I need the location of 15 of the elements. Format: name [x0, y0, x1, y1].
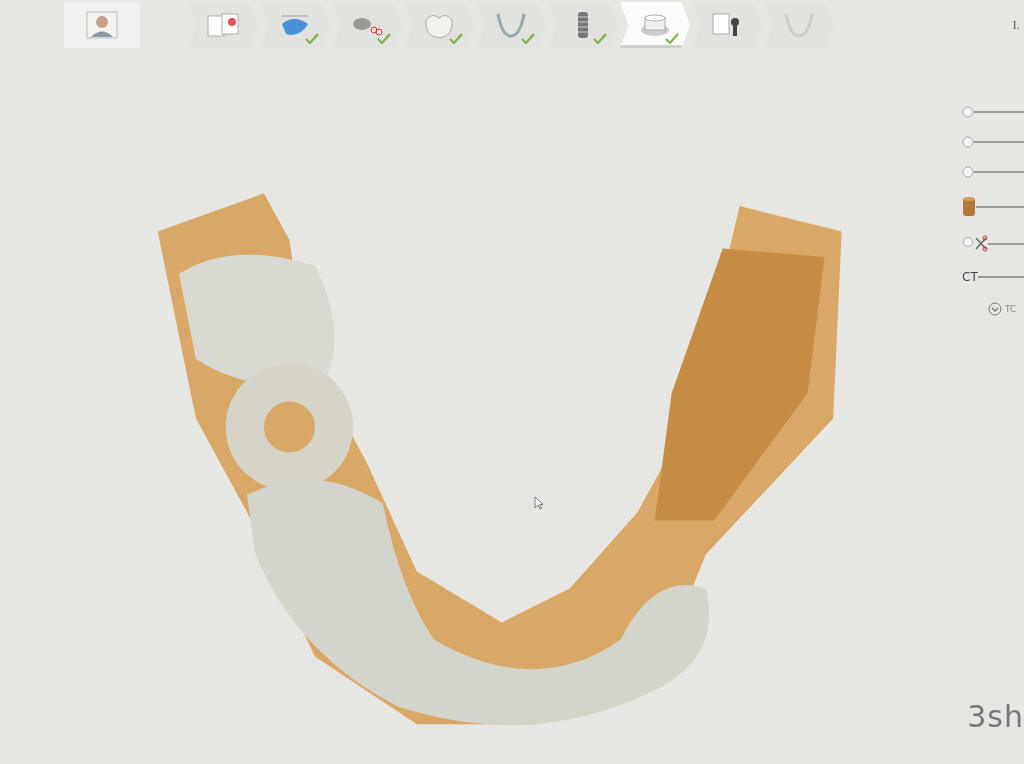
patient-photo-icon — [85, 10, 119, 40]
mouse-cursor-icon — [534, 496, 544, 510]
toolbar-label: I. — [1012, 17, 1020, 33]
cylinder-icon — [962, 196, 976, 217]
radio-icon — [962, 136, 974, 148]
dropdown-button[interactable]: TC — [962, 302, 1024, 316]
chevron-down-icon — [988, 302, 1002, 316]
patient-button[interactable] — [64, 2, 140, 48]
logo: 3sh — [967, 699, 1024, 734]
documents-icon — [206, 10, 240, 40]
workflow-step-button[interactable] — [692, 2, 762, 48]
screw-icon — [578, 12, 588, 38]
radio-icon — [962, 166, 974, 178]
radio-icon — [962, 106, 974, 118]
layer-label: CT — [962, 270, 978, 284]
